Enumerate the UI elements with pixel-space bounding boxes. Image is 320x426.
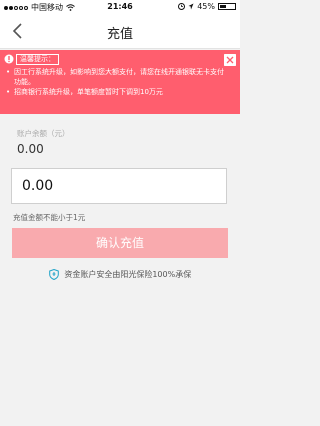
battery-icon <box>218 3 236 10</box>
status-right-group: 45% <box>178 2 236 11</box>
security-note: 资金账户安全由阳光保险100%承保 <box>0 269 240 280</box>
security-text: 资金账户安全由阳光保险100%承保 <box>64 270 192 279</box>
notice-title: 温馨提示： <box>16 54 59 65</box>
battery-level <box>220 5 226 8</box>
status-bar: 中国移动 21:46 45% <box>0 0 240 14</box>
alarm-icon <box>178 3 186 10</box>
amount-input[interactable]: 0.00 <box>11 168 227 204</box>
page-title: 充值 <box>106 27 133 42</box>
shield-icon <box>48 269 59 280</box>
min-amount-hint: 充值金额不能小于1元 <box>13 213 86 222</box>
battery-percent: 45% <box>197 2 215 11</box>
balance-value: 0.00 <box>17 142 44 156</box>
notice-list: 因工行系统升级，如影响到您大额支付，请您在线开通银联无卡支付功能。 招商银行系统… <box>6 67 228 97</box>
confirm-recharge-button[interactable]: 确认充值 <box>12 228 228 258</box>
location-icon <box>188 3 194 10</box>
notice-item: 因工行系统升级，如影响到您大额支付，请您在线开通银联无卡支付功能。 <box>6 67 228 87</box>
warning-icon <box>4 54 14 64</box>
close-icon[interactable] <box>224 54 236 66</box>
notice-item: 招商银行系统升级，单笔额度暂时下调到10万元 <box>6 87 228 97</box>
balance-label: 账户余额（元） <box>17 129 70 138</box>
nav-bar: 充值 <box>0 14 240 49</box>
notice-banner: 温馨提示： 因工行系统升级，如影响到您大额支付，请您在线开通银联无卡支付功能。 … <box>0 50 240 114</box>
